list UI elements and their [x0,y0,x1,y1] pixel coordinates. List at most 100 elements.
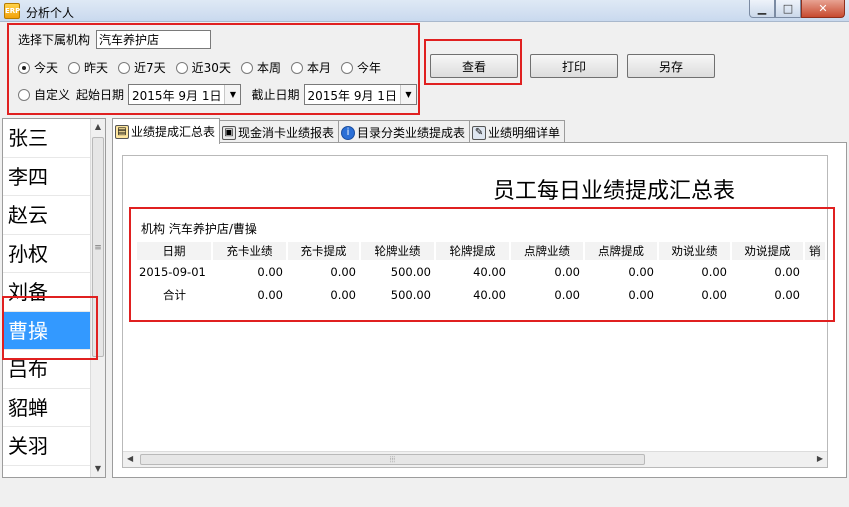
radio-dot [68,61,81,74]
scroll-thumb[interactable]: ⦙⦙⦙ [140,454,645,465]
radio-label: 本月 [306,61,331,75]
cell [804,260,826,283]
cell: 0.00 [257,287,283,302]
start-date-value: 2015年 9月 1日 [132,89,222,103]
col-header: 劝说提成 [731,242,805,260]
org-label: 选择下属机构 [18,33,91,47]
radio-label: 近7天 [134,61,166,75]
tab-performance-detail[interactable]: ✎ 业绩明细详单 [469,120,566,144]
cell: 0.00 [774,287,800,302]
radio-label: 自定义 [34,88,71,102]
radio-dot [290,61,303,74]
tab-label: 现金消卡业绩报表 [238,126,335,140]
cell: 0.00 [330,287,356,302]
cell: 0.00 [330,264,356,279]
report-table: 日期 充卡业绩 充卡提成 轮牌业绩 轮牌提成 点牌业绩 点牌提成 劝说业绩 劝说… [137,242,827,306]
tab-label: 业绩提成汇总表 [131,125,216,139]
date-range-radios: 今天 昨天 近7天 近30天 本周 本月 今年 [18,59,391,76]
col-header: 轮牌提成 [435,242,511,260]
cell-date: 2015-09-01 [139,264,206,279]
tab-cash-card-report[interactable]: ▣ 现金消卡业绩报表 [219,120,340,144]
tab-label: 业绩明细详单 [488,126,561,140]
cell-total-label: 合计 [163,287,186,302]
col-header: 轮牌业绩 [360,242,436,260]
radio-this-year[interactable]: 今年 [340,59,381,76]
report-viewer: 员工每日业绩提成汇总表 机构 汽车养护店/曹操 日期 充卡业绩 充卡提成 轮牌业… [122,155,828,468]
col-header: 点牌业绩 [510,242,585,260]
cell: 0.00 [257,264,283,279]
window-title: 分析个人 [26,6,75,20]
tab-category-commission[interactable]: i 目录分类业绩提成表 [338,120,471,144]
scroll-down-icon[interactable]: ▼ [91,461,105,477]
custom-date-row: 自定义 起始日期 2015年 9月 1日 ▼ 截止日期 2015年 9月 1日 … [18,84,417,105]
radio-label: 今天 [34,61,59,75]
app-icon: ERP [4,3,20,19]
tab-commission-summary[interactable]: ▤ 业绩提成汇总表 [112,118,221,144]
table-row: 2015-09-01 0.00 0.00 500.00 40.00 0.00 0… [137,260,826,283]
radio-dot [340,61,353,74]
report-tabs: ▤ 业绩提成汇总表 ▣ 现金消卡业绩报表 i 目录分类业绩提成表 ✎ 业绩明细详… [112,118,566,144]
info-icon: i [341,125,356,140]
radio-today[interactable]: 今天 [18,59,58,76]
cell [804,283,826,306]
chevron-down-icon[interactable]: ▼ [399,85,416,104]
col-header: 充卡业绩 [212,242,288,260]
col-header: 劝说业绩 [658,242,732,260]
cell: 0.00 [554,264,580,279]
scroll-left-icon[interactable]: ◀ [127,454,133,463]
radio-dot [175,61,188,74]
start-date-label: 起始日期 [76,88,125,102]
end-date-picker[interactable]: 2015年 9月 1日 ▼ [303,84,417,105]
radio-last7[interactable]: 近7天 [118,59,166,76]
tab-label: 目录分类业绩提成表 [357,126,466,140]
start-date-picker[interactable]: 2015年 9月 1日 ▼ [128,84,242,105]
close-button[interactable]: ✕ [801,0,845,18]
col-header: 点牌提成 [584,242,659,260]
radio-this-week[interactable]: 本周 [240,59,281,76]
maximize-button[interactable]: □ [775,0,801,18]
radio-dot [118,61,131,74]
cell: 0.00 [774,264,800,279]
radio-label: 近30天 [191,61,231,75]
end-date-label: 截止日期 [251,88,300,102]
view-button[interactable]: 查看 [430,54,518,78]
save-as-button[interactable]: 另存 [627,54,715,78]
end-date-value: 2015年 9月 1日 [307,89,397,103]
minimize-button[interactable]: ▁ [749,0,775,18]
col-header: 销 [804,242,827,260]
horizontal-scrollbar[interactable]: ◀ ⦙⦙⦙ ▶ [123,451,827,467]
radio-label: 本周 [256,61,281,75]
vertical-scrollbar[interactable]: ▲ ≡ ▼ [90,119,105,477]
title-bar: ERP 分析个人 ▁ □ ✕ [0,0,849,22]
org-row: 选择下属机构 [18,30,212,49]
radio-yesterday[interactable]: 昨天 [68,59,108,76]
employee-list: 张三 李四 赵云 孙权 刘备 曹操 吕布 貂蝉 关羽 ▲ ≡ ▼ [2,118,106,478]
print-button[interactable]: 打印 [530,54,618,78]
cell: 500.00 [390,287,431,302]
report-icon: ▤ [115,124,129,139]
scroll-up-icon[interactable]: ▲ [91,119,105,135]
chevron-down-icon[interactable]: ▼ [224,85,241,104]
col-header: 充卡提成 [287,242,361,260]
scroll-right-icon[interactable]: ▶ [817,454,823,463]
scroll-thumb[interactable]: ≡ [92,137,104,357]
table-header-row: 日期 充卡业绩 充卡提成 轮牌业绩 轮牌提成 点牌业绩 点牌提成 劝说业绩 劝说… [137,242,827,260]
window-controls: ▁ □ ✕ [749,0,845,19]
cell: 500.00 [390,264,431,279]
radio-last30[interactable]: 近30天 [175,59,231,76]
radio-dot [240,61,253,74]
cell: 0.00 [701,287,727,302]
cell: 40.00 [473,264,506,279]
cell: 0.00 [701,264,727,279]
table-total-row: 合计 0.00 0.00 500.00 40.00 0.00 0.00 0.00… [137,283,826,306]
detail-icon: ✎ [472,125,487,140]
cell: 0.00 [628,264,654,279]
radio-dot [18,61,30,74]
org-input[interactable] [96,30,212,49]
card-icon: ▣ [222,125,237,140]
radio-custom[interactable]: 自定义 [18,86,70,103]
radio-this-month[interactable]: 本月 [290,59,331,76]
col-date: 日期 [137,242,213,260]
radio-label: 今年 [356,61,381,75]
cell: 40.00 [473,287,506,302]
